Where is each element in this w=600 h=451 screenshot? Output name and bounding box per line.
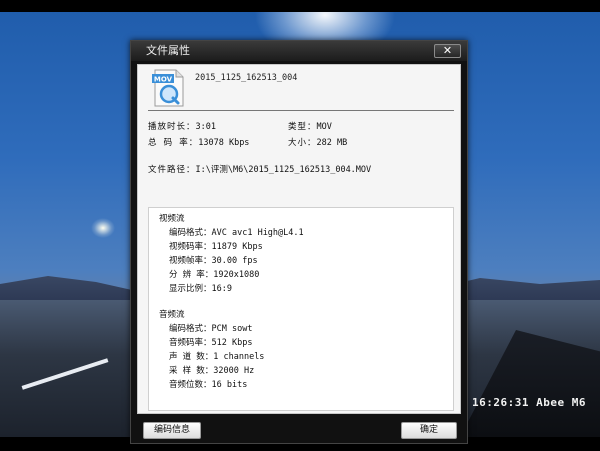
duration-field: 播放时长：3:01 xyxy=(148,120,216,132)
audio-channels-row: 声 道 数：1 channels xyxy=(169,350,264,362)
audio-stream-heading: 音频流 xyxy=(159,310,185,320)
file-path-value: I:\评测\M6\2015_1125_162513_004.MOV xyxy=(195,165,372,175)
audio-codec-label: 编码格式： xyxy=(169,324,212,334)
duration-label: 播放时长： xyxy=(148,122,196,132)
stream-details: 视频流 编码格式：AVC avc1 High@L4.1 视频码率：11879 K… xyxy=(148,207,454,411)
file-path-label: 文件路径： xyxy=(148,165,196,175)
video-resolution-row: 分 辨 率：1920x1080 xyxy=(169,268,259,280)
video-fps-row: 视频帧率：30.00 fps xyxy=(169,254,258,266)
audio-samplerate-row: 采 样 数：32000 Hz xyxy=(169,364,254,376)
duration-value: 3:01 xyxy=(195,122,216,132)
type-value: MOV xyxy=(316,122,332,132)
video-fps-label: 视频帧率： xyxy=(169,256,212,266)
size-field: 大小：282 MB xyxy=(288,136,347,148)
video-codec-value: AVC avc1 High@L4.1 xyxy=(211,228,304,238)
file-name: 2015_1125_162513_004 xyxy=(195,73,298,83)
audio-bitrate-label: 音频码率： xyxy=(169,338,212,348)
osd-overlay: 16:26:31 Abee M6 xyxy=(472,396,596,409)
dialog-button-bar: 编码信息 确定 xyxy=(137,418,461,442)
header-divider xyxy=(148,110,454,111)
osd-brand: Abee M6 xyxy=(536,396,586,409)
video-bitrate-label: 视频码率： xyxy=(169,242,212,252)
dialog-title: 文件属性 xyxy=(146,44,190,57)
audio-bits-value: 16 bits xyxy=(211,380,248,390)
video-codec-label: 编码格式： xyxy=(169,228,212,238)
audio-codec-row: 编码格式：PCM sowt xyxy=(169,322,252,334)
audio-samplerate-label: 采 样 数： xyxy=(169,366,214,376)
type-field: 类型：MOV xyxy=(288,120,332,132)
size-label: 大小： xyxy=(288,138,317,148)
audio-channels-label: 声 道 数： xyxy=(169,352,214,362)
close-icon: ✕ xyxy=(442,44,453,57)
file-properties-dialog: 文件属性 ✕ MOV 2015_1125_162513_004 播放时长：3:0… xyxy=(130,40,468,444)
audio-bitrate-row: 音频码率：512 Kbps xyxy=(169,336,252,348)
total-bitrate-value: 13078 Kbps xyxy=(198,138,250,148)
letterbox-top xyxy=(0,0,600,12)
audio-samplerate-value: 32000 Hz xyxy=(213,366,255,376)
video-aspect-row: 显示比例：16:9 xyxy=(169,282,232,294)
video-aspect-value: 16:9 xyxy=(211,284,232,294)
file-icon-label: MOV xyxy=(154,76,173,84)
codec-info-button[interactable]: 编码信息 xyxy=(143,422,201,439)
video-codec-row: 编码格式：AVC avc1 High@L4.1 xyxy=(169,226,304,238)
video-stream-heading: 视频流 xyxy=(159,214,185,224)
close-button[interactable]: ✕ xyxy=(434,44,461,58)
mov-file-icon: MOV xyxy=(152,69,184,107)
video-aspect-label: 显示比例： xyxy=(169,284,212,294)
video-resolution-value: 1920x1080 xyxy=(213,270,260,280)
osd-timestamp: 16:26:31 xyxy=(472,396,529,409)
video-fps-value: 30.00 fps xyxy=(211,256,258,266)
audio-codec-value: PCM sowt xyxy=(211,324,253,334)
video-resolution-label: 分 辨 率： xyxy=(169,270,214,280)
properties-panel: MOV 2015_1125_162513_004 播放时长：3:01 类型：MO… xyxy=(137,64,461,414)
audio-bitrate-value: 512 Kbps xyxy=(211,338,253,348)
video-bitrate-value: 11879 Kbps xyxy=(211,242,263,252)
audio-channels-value: 1 channels xyxy=(213,352,265,362)
size-value: 282 MB xyxy=(316,138,348,148)
type-label: 类型： xyxy=(288,122,317,132)
audio-bits-row: 音频位数：16 bits xyxy=(169,378,247,390)
ok-button[interactable]: 确定 xyxy=(401,422,457,439)
total-bitrate-field: 总 码 率：13078 Kbps xyxy=(148,136,249,148)
total-bitrate-label: 总 码 率： xyxy=(148,138,199,148)
audio-bits-label: 音频位数： xyxy=(169,380,212,390)
file-path-field: 文件路径：I:\评测\M6\2015_1125_162513_004.MOV xyxy=(148,163,371,175)
video-bitrate-row: 视频码率：11879 Kbps xyxy=(169,240,263,252)
dialog-titlebar[interactable]: 文件属性 ✕ xyxy=(131,41,467,61)
